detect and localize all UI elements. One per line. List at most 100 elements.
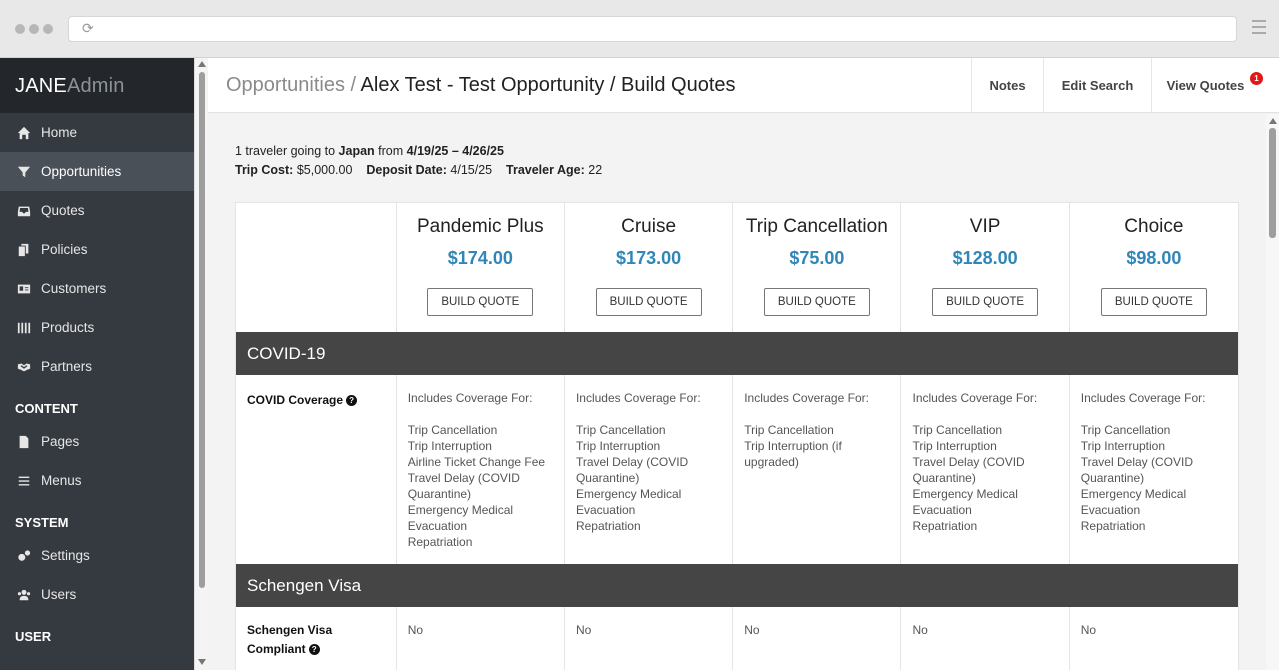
build-quote-button[interactable]: BUILD QUOTE — [427, 288, 534, 316]
plan-price: $174.00 — [447, 248, 513, 268]
page-scrollbar[interactable] — [194, 58, 208, 670]
window-dot[interactable] — [43, 24, 53, 34]
page-header: Opportunities / Alex Test - Test Opportu… — [208, 58, 1279, 113]
coverage-list: Trip Cancellation Trip Interruption (if u… — [744, 422, 889, 470]
feature-value: No — [1080, 623, 1097, 637]
breadcrumb: Opportunities / Alex Test - Test Opportu… — [226, 74, 736, 97]
trip-cost-value: $5,000.00 — [293, 163, 353, 177]
sidebar-item-policies[interactable]: Policies — [0, 230, 194, 269]
sidebar-item-partners[interactable]: Partners — [0, 347, 194, 386]
help-icon[interactable]: ? — [346, 395, 358, 406]
help-icon[interactable]: ? — [308, 644, 320, 655]
coverage-item: Travel Delay (COVID Quarantine) — [407, 471, 520, 501]
coverage-item: Travel Delay (COVID Quarantine) — [912, 455, 1025, 485]
coverage-item: Trip Cancellation — [1080, 423, 1171, 437]
build-quote-button[interactable]: BUILD QUOTE — [763, 288, 870, 316]
sidebar-item-pages[interactable]: Pages — [0, 422, 194, 461]
file-icon — [16, 435, 32, 449]
sidebar-item-products[interactable]: Products — [0, 308, 194, 347]
coverage-item: Repatriation — [1080, 519, 1146, 533]
copy-icon — [16, 243, 32, 257]
plan-name: Cruise — [621, 216, 677, 237]
sidebar-item-label: Users — [41, 587, 77, 602]
view-quotes-label: View Quotes — [1166, 78, 1245, 93]
brand-logo[interactable]: JANEAdmin — [0, 58, 194, 113]
coverage-item: Trip Interruption (if upgraded) — [744, 439, 842, 469]
scroll-up-icon[interactable] — [1269, 118, 1277, 124]
page-title: Alex Test - Test Opportunity / Build Quo… — [360, 74, 736, 96]
trip-text: 1 traveler going to — [235, 144, 339, 158]
window-dot[interactable] — [15, 24, 25, 34]
plan-name: VIP — [969, 216, 1001, 237]
feature-label-text: COVID Coverage — [247, 393, 344, 407]
trip-dates: 4/19/25 – 4/26/25 — [406, 144, 504, 158]
build-quote-button[interactable]: BUILD QUOTE — [595, 288, 702, 316]
plan-name: Pandemic Plus — [416, 216, 544, 237]
browser-chrome: ⟳ — [0, 0, 1279, 58]
feature-cell: No — [1070, 607, 1238, 670]
trip-summary-line1: 1 traveler going to Japan from 4/19/25 –… — [235, 142, 602, 161]
columns-icon — [16, 321, 32, 335]
plan-price: $75.00 — [789, 248, 845, 268]
trip-text: from — [374, 144, 407, 158]
plan-column-vip: VIP $128.00 BUILD QUOTE — [901, 203, 1070, 332]
sidebar-item-opportunities[interactable]: Opportunities — [0, 152, 194, 191]
scrollbar-thumb[interactable] — [199, 72, 205, 588]
header-actions: Notes Edit Search View Quotes 1 — [971, 58, 1279, 113]
sidebar-item-label: Products — [41, 320, 95, 335]
main-content: Opportunities / Alex Test - Test Opportu… — [208, 58, 1279, 670]
sidebar-item-quotes[interactable]: Quotes — [0, 191, 194, 230]
sidebar-item-settings[interactable]: Settings — [0, 536, 194, 575]
sidebar-item-home[interactable]: Home — [0, 113, 194, 152]
plan-column-pandemic-plus: Pandemic Plus $174.00 BUILD QUOTE — [397, 203, 565, 332]
quotes-count-badge: 1 — [1250, 72, 1263, 85]
coverage-item: Trip Interruption — [575, 439, 661, 453]
coverage-list: Trip Cancellation Trip Interruption Travel… — [912, 422, 1057, 534]
plan-price: $173.00 — [616, 248, 682, 268]
quote-comparison-table: Pandemic Plus $174.00 BUILD QUOTE Cruise… — [235, 202, 1239, 670]
brand-secondary: Admin — [66, 75, 125, 97]
edit-search-label: Edit Search — [1061, 78, 1134, 93]
traveler-age-value: 22 — [584, 163, 603, 177]
address-bar[interactable]: ⟳ — [68, 16, 1237, 42]
inbox-icon — [16, 204, 32, 218]
build-quote-button[interactable]: BUILD QUOTE — [932, 288, 1039, 316]
home-icon — [16, 126, 32, 140]
sidebar: JANEAdmin Home Opportunities Quotes Poli… — [0, 58, 194, 670]
feature-cell: No — [733, 607, 902, 670]
reload-icon[interactable]: ⟳ — [82, 21, 96, 35]
plan-column-trip-cancellation: Trip Cancellation $75.00 BUILD QUOTE — [733, 203, 902, 332]
sidebar-item-label: Opportunities — [41, 164, 122, 179]
id-card-icon — [16, 282, 32, 296]
trip-destination: Japan — [338, 144, 375, 158]
breadcrumb-opportunities-link[interactable]: Opportunities / — [226, 74, 356, 96]
feature-cell: Includes Coverage For: Trip Cancellation T… — [397, 375, 565, 564]
sidebar-item-users[interactable]: Users — [0, 575, 194, 614]
plan-price: $98.00 — [1126, 248, 1182, 268]
window-dot[interactable] — [29, 24, 39, 34]
notes-label: Notes — [989, 78, 1026, 93]
scrollbar-thumb[interactable] — [1269, 128, 1276, 238]
feature-cell: Includes Coverage For: Trip Cancellation T… — [1070, 375, 1238, 564]
sidebar-item-label: Pages — [41, 434, 80, 449]
browser-menu-icon[interactable] — [1252, 20, 1266, 36]
trip-summary-line2: Trip Cost: $5,000.00 Deposit Date: 4/15/… — [235, 161, 602, 180]
content-scrollbar[interactable] — [1266, 114, 1279, 670]
bars-icon — [16, 474, 32, 488]
coverage-list: Trip Cancellation Trip Interruption Travel… — [576, 422, 721, 534]
build-quote-button[interactable]: BUILD QUOTE — [1100, 288, 1207, 316]
scroll-up-icon[interactable] — [198, 61, 206, 67]
sidebar-section-system: SYSTEM — [15, 515, 69, 530]
notes-button[interactable]: Notes — [971, 58, 1043, 113]
sidebar-section-user: USER — [15, 629, 52, 644]
sidebar-item-menus[interactable]: Menus — [0, 461, 194, 500]
sidebar-item-label: Settings — [41, 548, 90, 563]
empty-header-cell — [236, 203, 397, 332]
view-quotes-button[interactable]: View Quotes 1 — [1151, 58, 1279, 113]
sidebar-item-customers[interactable]: Customers — [0, 269, 194, 308]
edit-search-button[interactable]: Edit Search — [1043, 58, 1151, 113]
plan-name: Trip Cancellation — [745, 216, 888, 237]
filter-icon — [16, 165, 32, 179]
scroll-down-icon[interactable] — [198, 659, 206, 665]
coverage-item: Trip Interruption — [407, 439, 492, 453]
